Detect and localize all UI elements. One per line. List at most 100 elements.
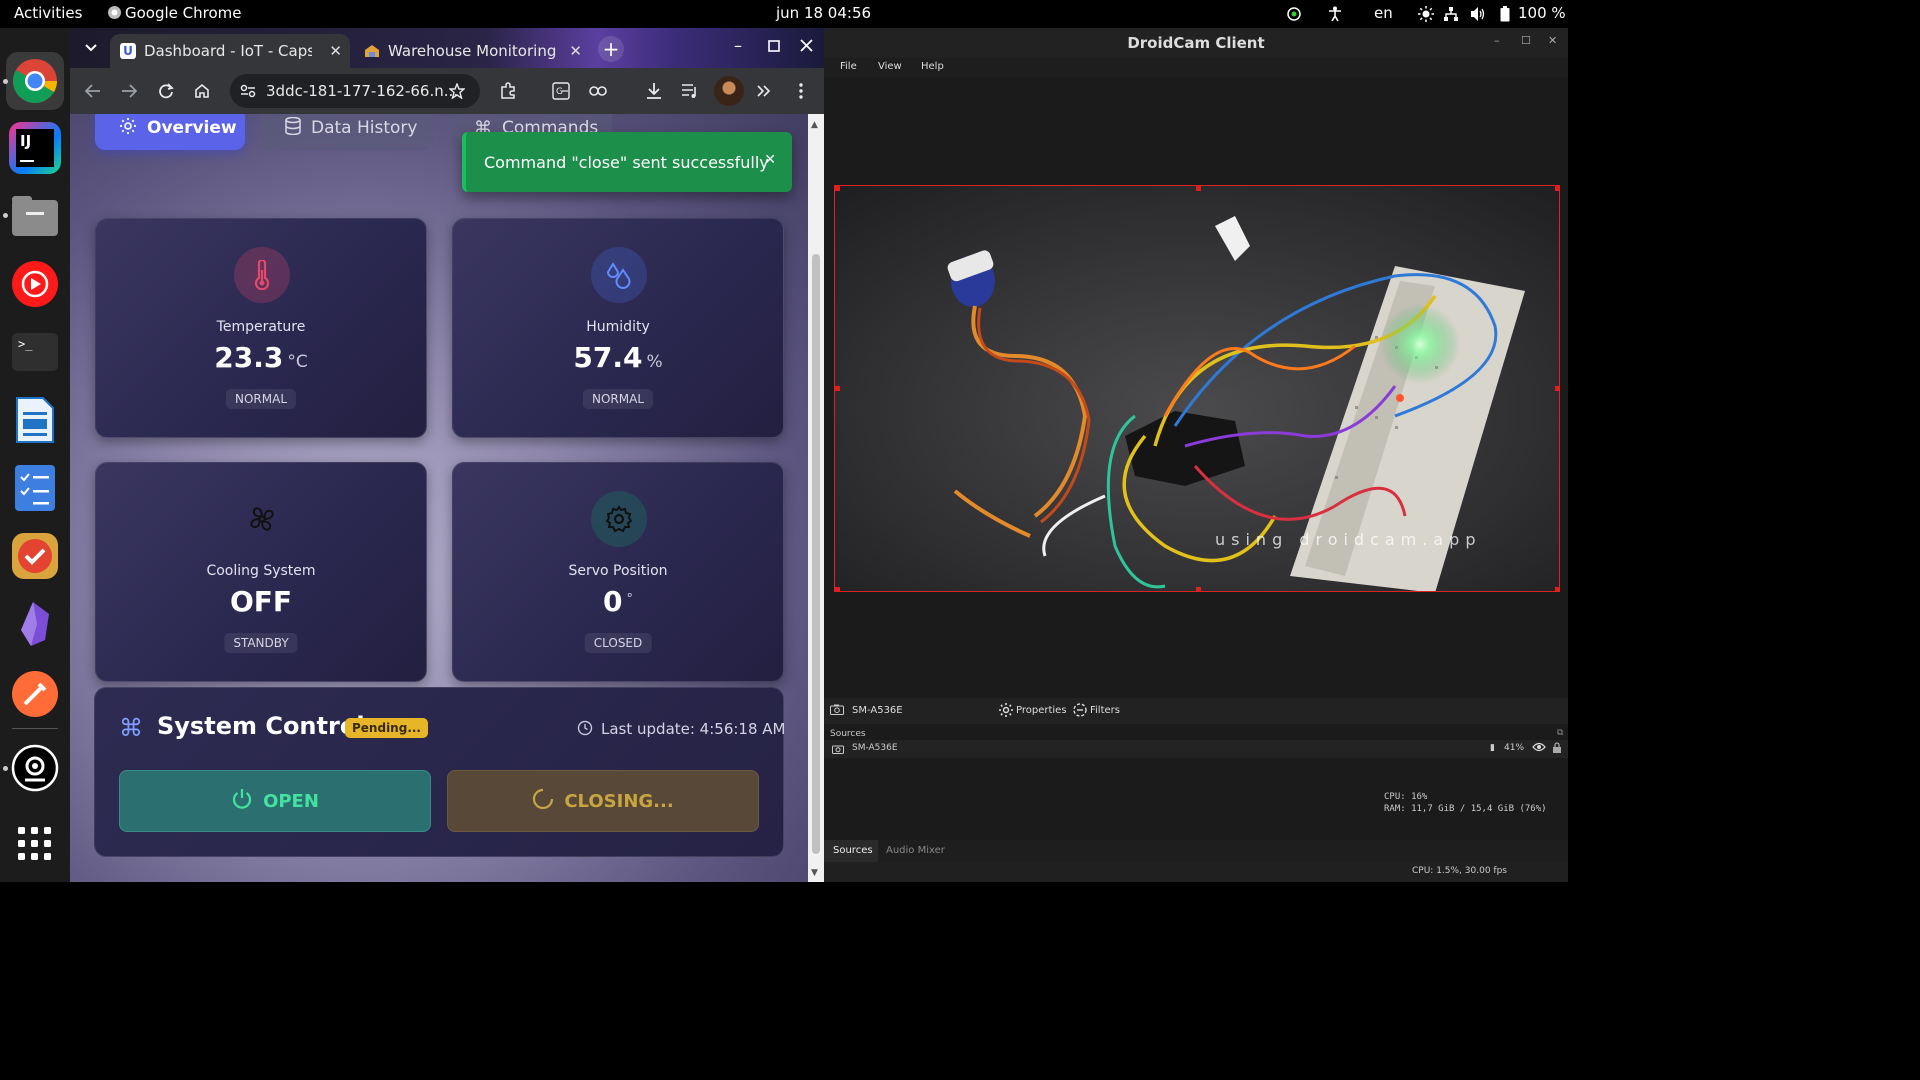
tab-close-icon[interactable]: ✕	[329, 42, 342, 60]
terminal-icon: >_	[12, 333, 58, 371]
lock-icon[interactable]	[1552, 742, 1562, 756]
scroll-down-icon[interactable]: ▼	[811, 868, 818, 878]
droidcam-tray-icon[interactable]	[1286, 6, 1302, 22]
profile-avatar[interactable]	[714, 76, 744, 106]
resize-handle[interactable]	[1555, 386, 1559, 391]
dock-terminal[interactable]: >_	[9, 326, 61, 378]
droplets-icon	[591, 247, 647, 303]
open-button[interactable]: OPEN	[119, 770, 431, 832]
resize-handle[interactable]	[1196, 186, 1201, 191]
tab-audio-mixer[interactable]: Audio Mixer	[886, 845, 945, 856]
bookmark-star-icon[interactable]	[446, 80, 468, 102]
scroll-thumb[interactable]	[812, 254, 820, 854]
home-icon[interactable]	[191, 80, 213, 102]
keyboard-layout[interactable]: en	[1374, 4, 1393, 22]
accessibility-icon[interactable]	[1327, 6, 1343, 22]
svg-text:G: G	[556, 87, 563, 97]
database-icon	[285, 116, 301, 140]
visibility-eye-icon[interactable]	[1532, 742, 1546, 755]
last-update: Last update: 4:56:18 AM	[601, 720, 786, 738]
tab-sources[interactable]: Sources	[824, 840, 878, 862]
filter-icon[interactable]	[1072, 702, 1088, 721]
new-tab-button[interactable]: +	[598, 36, 624, 62]
dock-chrome[interactable]	[6, 52, 64, 110]
download-icon[interactable]	[643, 80, 665, 102]
dock-separator	[12, 728, 58, 729]
intellij-icon: IJ	[16, 129, 54, 167]
reload-icon[interactable]	[155, 80, 177, 102]
dock-todoist[interactable]	[9, 530, 61, 582]
app-menu[interactable]: Google Chrome	[108, 4, 242, 22]
app-grid-icon	[18, 827, 51, 860]
maximize-icon[interactable]: ☐	[1521, 34, 1531, 47]
dock-tasks[interactable]	[9, 462, 61, 514]
tab-close-icon[interactable]: ✕	[569, 42, 582, 60]
translate-icon[interactable]: G	[550, 80, 572, 102]
files-icon	[12, 196, 58, 236]
resize-handle[interactable]	[1555, 587, 1559, 591]
clock[interactable]: jun 18 04:56	[776, 4, 871, 22]
scroll-up-icon[interactable]: ▲	[811, 120, 818, 130]
status-bar: CPU: 1.5%, 30.00 fps	[824, 862, 1568, 882]
source-row[interactable]: SM-A536E ▮ 41%	[824, 740, 1568, 758]
tab-label: Overview	[147, 118, 237, 138]
link-icon[interactable]	[587, 80, 609, 102]
camera-preview[interactable]: using droidcam.app	[834, 185, 1560, 592]
dock-files[interactable]	[9, 190, 61, 242]
toast-close-icon[interactable]: ✕	[764, 152, 776, 168]
ram-usage: RAM: 11,7 GiB / 15,4 GiB (76%)	[1384, 804, 1547, 814]
dock-obsidian[interactable]	[9, 598, 61, 650]
resize-handle[interactable]	[1555, 186, 1559, 191]
tab-warehouse[interactable]: Warehouse Monitoring System ✕	[354, 34, 590, 68]
volume-percent: 41%	[1504, 743, 1525, 753]
menu-view[interactable]: View	[878, 61, 902, 72]
forward-icon[interactable]	[118, 80, 140, 102]
dock: IJ >_	[0, 28, 70, 882]
menu-bar: File View Help	[824, 58, 1568, 78]
minimize-icon[interactable]: –	[1494, 34, 1500, 47]
kebab-menu-icon[interactable]	[790, 80, 812, 102]
window-title: DroidCam Client	[1127, 34, 1265, 52]
dock-intellij[interactable]: IJ	[9, 122, 61, 174]
resize-handle[interactable]	[835, 186, 840, 191]
minimize-icon[interactable]: –	[734, 36, 742, 55]
resize-handle[interactable]	[835, 587, 840, 591]
extensions-puzzle-icon[interactable]	[497, 80, 519, 102]
media-control-icon[interactable]	[679, 80, 701, 102]
closing-button[interactable]: CLOSING...	[447, 770, 759, 832]
settings-gear-icon[interactable]	[998, 702, 1014, 721]
dock-droidcam[interactable]	[9, 742, 61, 794]
close-window-icon[interactable]	[800, 37, 813, 56]
back-icon[interactable]	[82, 80, 104, 102]
dashboard-page: Overview Data History ⌘ Commands Tempera…	[70, 114, 808, 882]
chrome-icon	[13, 59, 57, 103]
panel-float-icon[interactable]: ⧉	[1557, 728, 1563, 738]
resize-handle[interactable]	[835, 386, 840, 391]
show-apps-button[interactable]	[9, 818, 61, 870]
clock-icon	[577, 720, 593, 740]
dock-postman[interactable]	[9, 668, 61, 720]
watermark-text: using droidcam.app	[1215, 530, 1482, 549]
site-info-icon[interactable]	[240, 83, 256, 103]
filters-button[interactable]: Filters	[1090, 705, 1120, 716]
dock-writer[interactable]	[9, 394, 61, 446]
maximize-icon[interactable]	[768, 37, 780, 56]
dock-youtube-music[interactable]	[9, 258, 61, 310]
activities-button[interactable]: Activities	[14, 4, 82, 22]
tab-overview[interactable]: Overview	[95, 114, 245, 150]
more-chevron-icon[interactable]	[753, 80, 775, 102]
favicon-u-icon: U	[120, 43, 136, 59]
chrome-small-icon	[108, 6, 121, 19]
gear-icon	[119, 117, 137, 140]
menu-file[interactable]: File	[840, 61, 857, 72]
resize-handle[interactable]	[1196, 587, 1201, 591]
menu-help[interactable]: Help	[921, 61, 944, 72]
close-icon[interactable]: ✕	[1548, 34, 1557, 47]
tab-title: Dashboard - IoT - Capstone	[144, 42, 312, 60]
page-scrollbar[interactable]: ▲ ▼	[808, 114, 824, 882]
tab-search-icon[interactable]	[80, 37, 102, 59]
address-bar[interactable]: 3ddc-181-177-162-66.n...	[230, 74, 480, 108]
properties-button[interactable]: Properties	[1016, 705, 1067, 716]
tab-data-history[interactable]: Data History	[261, 114, 433, 150]
tab-dashboard[interactable]: U Dashboard - IoT - Capstone ✕	[110, 34, 350, 68]
